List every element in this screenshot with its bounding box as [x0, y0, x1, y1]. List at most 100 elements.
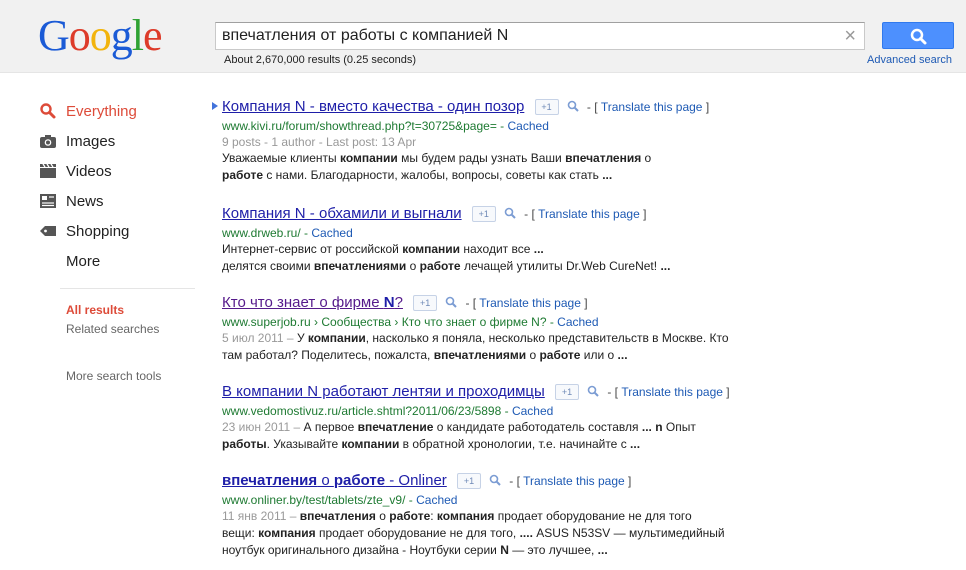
snippet-line: ноутбук оригинального дизайна - Ноутбуки… — [222, 542, 782, 559]
translate-link[interactable]: Translate this page — [479, 296, 581, 310]
translate-link[interactable]: Translate this page — [621, 385, 723, 399]
snippet-segment: работе — [222, 168, 263, 182]
cached-link[interactable]: Cached — [416, 493, 457, 507]
advanced-search-link[interactable]: Advanced search — [867, 54, 952, 66]
snippet-line: работе с нами. Благодарности, жалобы, во… — [222, 167, 782, 184]
snippet-line: Уважаемые клиенты компании мы будем рады… — [222, 150, 782, 167]
result-snippet: Интернет-сервис от российской компании н… — [222, 241, 782, 275]
snippet-line: Интернет-сервис от российской компании н… — [222, 241, 782, 258]
film-icon — [38, 161, 58, 181]
snippet-segment: Опыт — [662, 420, 696, 434]
snippet-segment: — это лучшее, — [508, 543, 598, 557]
left-nav: Everything Images Videos News Shopping M… — [38, 96, 198, 276]
snippet-segment: работы — [222, 437, 267, 451]
translate-link[interactable]: Translate this page — [523, 474, 625, 488]
nav-label: More — [66, 252, 101, 270]
camera-icon — [38, 131, 58, 151]
clear-icon[interactable]: × — [844, 25, 856, 47]
snippet-segment: с нами. Благодарности, жалобы, вопросы, … — [263, 168, 603, 182]
snippet-segment: работе — [389, 509, 431, 523]
related-searches-link[interactable]: Related searches — [66, 322, 159, 336]
translate-wrapper: - [ Translate this page ] — [586, 100, 710, 114]
snippet-segment: . Указывайте — [266, 437, 342, 451]
plus-one-button[interactable]: +1 — [413, 295, 438, 312]
snippet-segment: или о — [580, 348, 618, 362]
result-date: 23 июн 2011 – — [222, 420, 304, 434]
plus-one-button[interactable]: +1 — [534, 99, 559, 116]
search-button[interactable] — [882, 22, 954, 49]
snippet-segment: делятся своими — [222, 259, 314, 273]
cached-link[interactable]: Cached — [512, 404, 553, 418]
result-url-text: www.onliner.by/test/tablets/zte_v9/ — [222, 493, 406, 507]
result-item: Кто что знает о фирме N? +1 - [ Translat… — [222, 294, 782, 364]
google-logo[interactable]: Google — [38, 10, 163, 62]
snippet-segment: компании — [341, 437, 400, 451]
magnifier-icon[interactable] — [587, 384, 599, 401]
nav-label: Shopping — [66, 222, 130, 240]
nav-item-news[interactable]: News — [38, 186, 198, 216]
more-search-tools-link[interactable]: More search tools — [66, 369, 161, 383]
search-input[interactable] — [222, 23, 832, 49]
nav-divider — [60, 288, 195, 289]
result-date: 5 июл 2011 – — [222, 331, 297, 345]
result-title-link[interactable]: В компании N работают лентяи и проходимц… — [222, 383, 545, 400]
nav-item-more[interactable]: More — [38, 246, 198, 276]
snippet-line: вещи: компания продает оборудование не д… — [222, 525, 782, 542]
snippet-segment: ноутбук оригинального дизайна - Ноутбуки… — [222, 543, 501, 557]
nav-item-images[interactable]: Images — [38, 126, 198, 156]
magnifier-icon[interactable] — [489, 473, 501, 490]
snippet-segment: работе — [419, 259, 461, 273]
snippet-segment: ASUS N53SV — мультимедийный — [532, 526, 725, 540]
result-item: впечатления о работе - Onliner +1 - [ Tr… — [222, 472, 782, 559]
snippet-segment: в обратной хронологии, т.е. начинайте с — [399, 437, 631, 451]
plus-one-button[interactable]: +1 — [471, 206, 496, 223]
cached-link[interactable]: Cached — [311, 226, 352, 240]
title-segment: N — [383, 294, 395, 311]
magnifier-icon[interactable] — [567, 99, 579, 116]
search-icon — [910, 28, 927, 45]
snippet-segment: работе — [539, 348, 581, 362]
translate-link[interactable]: Translate this page — [538, 207, 640, 221]
cached-link[interactable]: Cached — [508, 119, 549, 133]
snippet-segment: ... — [597, 543, 608, 557]
snippet-segment: впечатлениями — [433, 348, 527, 362]
snippet-line: 23 июн 2011 – А первое впечатление о кан… — [222, 419, 782, 436]
snippet-segment: ... — [533, 242, 544, 256]
magnifier-icon[interactable] — [504, 206, 516, 223]
snippet-segment: там работал? Поделитесь, пожалста, — [222, 348, 434, 362]
magnifier-icon[interactable] — [445, 295, 458, 312]
all-results-link[interactable]: All results — [66, 303, 124, 317]
translate-wrapper: - [ Translate this page ] — [509, 474, 632, 488]
snippet-segment: компания — [258, 526, 316, 540]
nav-item-shopping[interactable]: Shopping — [38, 216, 198, 246]
result-title-link[interactable]: Компания N - вместо качества - один позо… — [222, 98, 524, 115]
plus-one-button[interactable]: +1 — [554, 384, 579, 401]
nav-item-videos[interactable]: Videos — [38, 156, 198, 186]
snippet-segment: лечащей утилиты Dr.Web CureNet! — [460, 259, 661, 273]
snippet-line: там работал? Поделитесь, пожалста, впеча… — [222, 347, 782, 364]
result-url: www.kivi.ru/forum/showthread.php?t=30725… — [222, 119, 549, 133]
result-item: Компания N - обхамили и выгнали +1 - [ T… — [222, 205, 782, 275]
title-segment: - Onliner — [385, 472, 447, 489]
plus-one-button[interactable]: +1 — [456, 473, 481, 490]
search-box[interactable]: × — [215, 22, 865, 50]
search-icon — [38, 101, 58, 121]
snippet-segment: компании — [402, 242, 461, 256]
nav-label: Images — [66, 132, 116, 150]
translate-link[interactable]: Translate this page — [601, 100, 703, 114]
nav-item-everything[interactable]: Everything — [38, 96, 198, 126]
logo-letter: l — [131, 11, 144, 60]
snippet-line: 5 июл 2011 – У компании, насколько я пон… — [222, 330, 782, 347]
result-item: В компании N работают лентяи и проходимц… — [222, 383, 782, 453]
result-url-text: www.superjob.ru › Сообщества › Кто что з… — [222, 315, 547, 329]
result-title-link[interactable]: впечатления о работе - Onliner — [222, 472, 447, 489]
snippet-line: работы. Указывайте компании в обратной х… — [222, 436, 782, 453]
result-title-link[interactable]: Кто что знает о фирме N? — [222, 294, 403, 311]
result-title-link[interactable]: Компания N - обхамили и выгнали — [222, 205, 462, 222]
translate-wrapper: - [ Translate this page ] — [607, 385, 730, 399]
snippet-segment: А первое — [303, 420, 358, 434]
snippet-segment: продает оборудование не для того, — [315, 526, 520, 540]
snippet-segment: ... — [641, 420, 652, 434]
logo-letter: G — [38, 11, 70, 60]
cached-link[interactable]: Cached — [557, 315, 598, 329]
